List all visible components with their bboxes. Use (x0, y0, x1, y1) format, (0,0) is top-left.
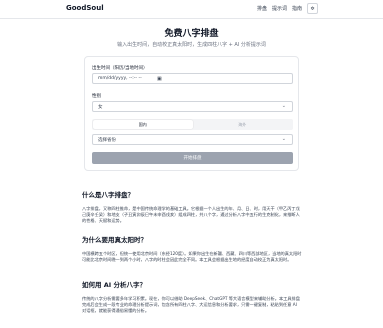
section-body: 中国横跨五个时区，但统一使用北京时间（东经120度）。如果你出生在新疆、西藏、四… (82, 251, 302, 262)
theme-toggle-button[interactable]: ✲ (307, 3, 318, 14)
main-nav: 排盘 提示词 指南 ✲ (257, 3, 318, 14)
section-title: 为什么要用真太阳时？ (82, 236, 147, 244)
bazi-form-card: 出生时间（阳历/当地时间） mm/dd/yyyy, --:-- -- ▣ 性别 … (84, 56, 299, 171)
chevron-down-icon: ⌄ (281, 103, 286, 109)
section-ai-analysis: 如何用 AI 分析八字？ 传统的八字分析需要多年学习积累。现在，你可以借助 De… (82, 279, 302, 314)
gender-selected-value: 女 (98, 105, 103, 110)
region-tabs: 国内 海外 (92, 119, 293, 130)
start-paipan-button[interactable]: 开始排盘 (92, 152, 293, 164)
birth-datetime-placeholder: mm/dd/yyyy, --:-- -- (98, 76, 142, 81)
province-selected-value: 选择省份 (98, 138, 116, 143)
birth-time-label: 出生时间（阳历/当地时间） (92, 66, 148, 71)
brand-logo[interactable]: GoodSoul (66, 4, 104, 12)
tab-domestic[interactable]: 国内 (93, 120, 193, 129)
section-true-solar-time: 为什么要用真太阳时？ 中国横跨五个时区，但统一使用北京时间（东经120度）。如果… (82, 234, 302, 263)
province-select[interactable]: 选择省份 ⌄ (92, 134, 293, 145)
nav-link-paipan[interactable]: 排盘 (257, 5, 267, 12)
gender-select[interactable]: 女 ⌄ (92, 101, 293, 112)
nav-link-guide[interactable]: 指南 (292, 5, 302, 12)
birth-datetime-input[interactable]: mm/dd/yyyy, --:-- -- ▣ (92, 73, 293, 84)
page-subtitle: 输入出生时间，自动校正真太阳时，生成四柱八字 + AI 分析提示词 (117, 42, 266, 48)
top-bar: GoodSoul 排盘 提示词 指南 ✲ (0, 0, 383, 19)
chevron-down-icon: ⌄ (281, 136, 286, 142)
section-title: 什么是八字排盘？ (82, 191, 134, 199)
gender-label: 性别 (92, 94, 101, 99)
sun-moon-icon: ✲ (310, 5, 315, 12)
section-body: 传统的八字分析需要多年学习积累。现在，你可以借助 DeepSeek、ChatGP… (82, 296, 300, 313)
section-body: 八字排盘，又称四柱推命，是中国传统命理学的基础工具。它根据一个人出生的年、月、日… (82, 206, 300, 223)
tab-overseas[interactable]: 海外 (193, 120, 293, 129)
section-title: 如何用 AI 分析八字？ (82, 281, 146, 289)
nav-link-prompts[interactable]: 提示词 (272, 5, 287, 12)
page-title: 免费八字排盘 (164, 29, 219, 39)
section-what-is-bazi: 什么是八字排盘？ 八字排盘，又称四柱推命，是中国传统命理学的基础工具。它根据一个… (82, 189, 302, 224)
calendar-icon[interactable]: ▣ (157, 76, 162, 82)
